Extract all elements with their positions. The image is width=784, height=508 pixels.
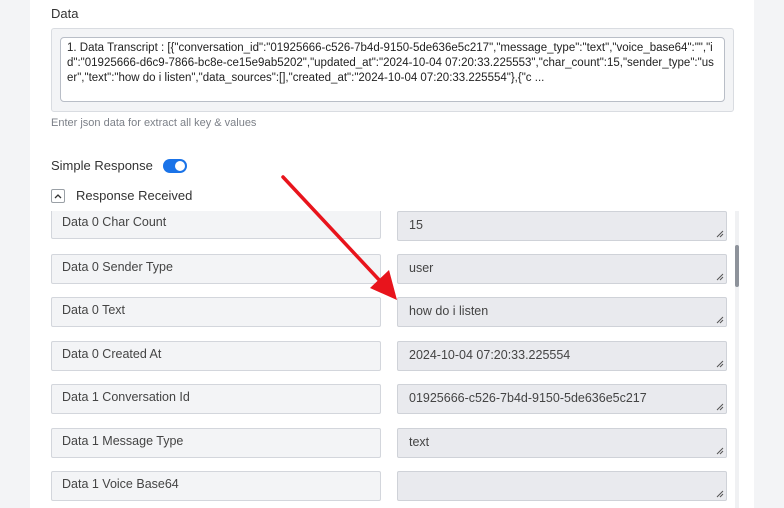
field-key[interactable]: Data 1 Voice Base64	[51, 471, 381, 501]
field-value[interactable]: 2024-10-04 07:20:33.225554	[397, 341, 727, 371]
field-value[interactable]	[397, 471, 727, 501]
field-value[interactable]: how do i listen	[397, 297, 727, 327]
field-row: Data 1 Message Type text	[51, 428, 727, 458]
field-value[interactable]: text	[397, 428, 727, 458]
field-row: Data 0 Char Count 15	[51, 211, 727, 241]
field-value-text: 01925666-c526-7b4d-9150-5de636e5c217	[409, 391, 647, 405]
response-received-row: Response Received	[51, 188, 192, 203]
data-helper-text: Enter json data for extract all key & va…	[51, 117, 257, 129]
simple-response-toggle[interactable]	[162, 158, 187, 173]
field-value[interactable]: 15	[397, 211, 727, 241]
field-row: Data 1 Voice Base64	[51, 471, 727, 501]
field-value-text: text	[409, 435, 430, 449]
field-row: Data 0 Text how do i listen	[51, 297, 727, 327]
field-value-text: 2024-10-04 07:20:33.225554	[409, 348, 571, 362]
field-key[interactable]: Data 0 Text	[51, 297, 381, 327]
field-key[interactable]: Data 1 Conversation Id	[51, 384, 381, 414]
field-row: Data 0 Created At 2024-10-04 07:20:33.22…	[51, 341, 727, 371]
field-row: Data 1 Conversation Id 01925666-c526-7b4…	[51, 384, 727, 414]
field-key[interactable]: Data 1 Message Type	[51, 428, 381, 458]
field-key[interactable]: Data 0 Sender Type	[51, 254, 381, 284]
simple-response-row: Simple Response	[51, 158, 187, 173]
data-section-label: Data	[51, 6, 79, 21]
field-key[interactable]: Data 0 Char Count	[51, 211, 381, 239]
field-value[interactable]: 01925666-c526-7b4d-9150-5de636e5c217	[397, 384, 727, 414]
field-row: Data 0 Sender Type user	[51, 254, 727, 284]
fields-scrollbar[interactable]	[735, 211, 739, 508]
response-fields-list: Data 0 Char Count 15 Data 0 Sender Type …	[51, 211, 741, 508]
field-value-text: user	[409, 261, 434, 275]
resize-grip-icon[interactable]	[716, 360, 724, 368]
resize-grip-icon[interactable]	[716, 403, 724, 411]
settings-panel: Data 1. Data Transcript : [{"conversatio…	[30, 0, 754, 508]
simple-response-label: Simple Response	[51, 158, 153, 173]
resize-grip-icon[interactable]	[716, 447, 724, 455]
field-value-text: 15	[409, 218, 423, 232]
chevron-up-icon[interactable]	[51, 188, 65, 203]
data-transcript-input[interactable]: 1. Data Transcript : [{"conversation_id"…	[60, 37, 725, 102]
data-field-wrapper: 1. Data Transcript : [{"conversation_id"…	[51, 28, 734, 112]
field-value[interactable]: user	[397, 254, 727, 284]
resize-grip-icon[interactable]	[716, 230, 724, 238]
field-value-text: how do i listen	[409, 304, 489, 318]
field-key[interactable]: Data 0 Created At	[51, 341, 381, 371]
resize-grip-icon[interactable]	[716, 316, 724, 324]
resize-grip-icon[interactable]	[716, 273, 724, 281]
response-received-label: Response Received	[76, 188, 193, 203]
resize-grip-icon[interactable]	[716, 490, 724, 498]
scrollbar-thumb[interactable]	[735, 245, 739, 287]
